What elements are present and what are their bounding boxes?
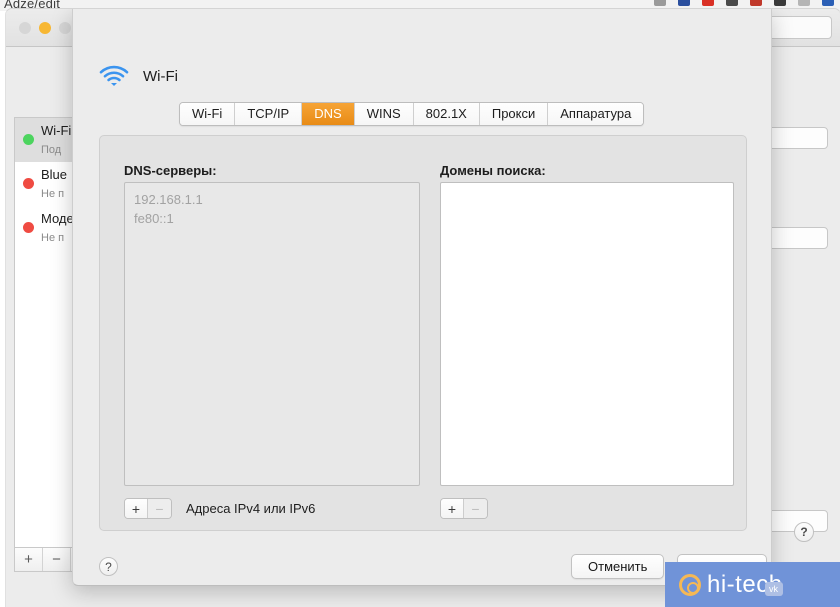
sheet-header: Wi-Fi <box>99 64 178 88</box>
settings-tab-bar: Wi-Fi TCP/IP DNS WINS 802.1X Прокси Аппа… <box>179 102 645 126</box>
remove-dns-server-button: − <box>148 499 171 518</box>
service-status: Не п <box>41 231 65 244</box>
wifi-icon <box>99 64 129 88</box>
favicon[interactable] <box>774 0 786 6</box>
search-domains-label: Домены поиска: <box>440 163 546 178</box>
tab-wifi[interactable]: Wi-Fi <box>180 103 236 125</box>
background-field-status <box>768 127 828 149</box>
add-search-domain-button[interactable]: + <box>441 499 464 518</box>
watermark-overlay: hi-tech vk <box>665 562 840 607</box>
tab-tcpip[interactable]: TCP/IP <box>235 103 303 125</box>
wifi-advanced-sheet: Wi-Fi Wi-Fi TCP/IP DNS WINS 802.1X Прокс… <box>72 9 772 586</box>
favicon[interactable] <box>726 0 738 6</box>
favicon[interactable] <box>654 0 666 6</box>
add-service-button[interactable]: + <box>15 548 43 571</box>
cancel-button[interactable]: Отменить <box>571 554 665 579</box>
service-status: Под <box>41 143 62 156</box>
tab-8021x[interactable]: 802.1X <box>413 103 480 125</box>
network-preferences-window: ‹ › Сеть Поиск Wi-Fi По <box>6 9 840 607</box>
remove-search-domain-button: − <box>464 499 487 518</box>
vk-badge-icon: vk <box>764 581 783 596</box>
favicon[interactable] <box>822 0 834 6</box>
favicon[interactable] <box>750 0 762 6</box>
service-status: Не п <box>41 187 65 200</box>
status-dot-green <box>23 134 34 145</box>
tab-wins[interactable]: WINS <box>354 103 414 125</box>
remove-service-button[interactable]: − <box>43 548 71 571</box>
tab-proxies[interactable]: Прокси <box>479 103 549 125</box>
dns-servers-label: DNS-серверы: <box>124 163 217 178</box>
tab-hardware[interactable]: Аппаратура <box>548 103 644 125</box>
sheet-title: Wi-Fi <box>143 67 178 85</box>
dns-servers-add-remove: + − <box>124 498 172 519</box>
status-dot-red <box>23 178 34 189</box>
search-domains-list[interactable] <box>440 182 734 486</box>
service-name: Моде <box>41 210 74 226</box>
favicon[interactable] <box>678 0 690 6</box>
browser-favicons <box>654 0 834 6</box>
help-button-sheet[interactable]: ? <box>99 557 118 576</box>
list-item[interactable]: 192.168.1.1 <box>134 190 410 209</box>
screen-root: Adze/edit ‹ › <box>0 0 840 607</box>
help-button-background[interactable]: ? <box>794 522 814 542</box>
search-domains-add-remove: + − <box>440 498 488 519</box>
status-dot-red <box>23 222 34 233</box>
background-field-network <box>768 227 828 249</box>
list-item[interactable]: fe80::1 <box>134 209 410 228</box>
service-name: Blue <box>41 166 68 182</box>
service-name: Wi-Fi <box>41 122 72 138</box>
add-dns-server-button[interactable]: + <box>125 499 148 518</box>
tab-dns[interactable]: DNS <box>302 103 355 125</box>
dns-pane: DNS-серверы: 192.168.1.1 fe80::1 + − Адр… <box>99 135 747 531</box>
favicon[interactable] <box>798 0 810 6</box>
at-sign-icon <box>679 573 701 596</box>
favicon[interactable] <box>702 0 714 6</box>
dns-servers-list[interactable]: 192.168.1.1 fe80::1 <box>124 182 420 486</box>
dns-address-hint: Адреса IPv4 или IPv6 <box>186 501 316 516</box>
